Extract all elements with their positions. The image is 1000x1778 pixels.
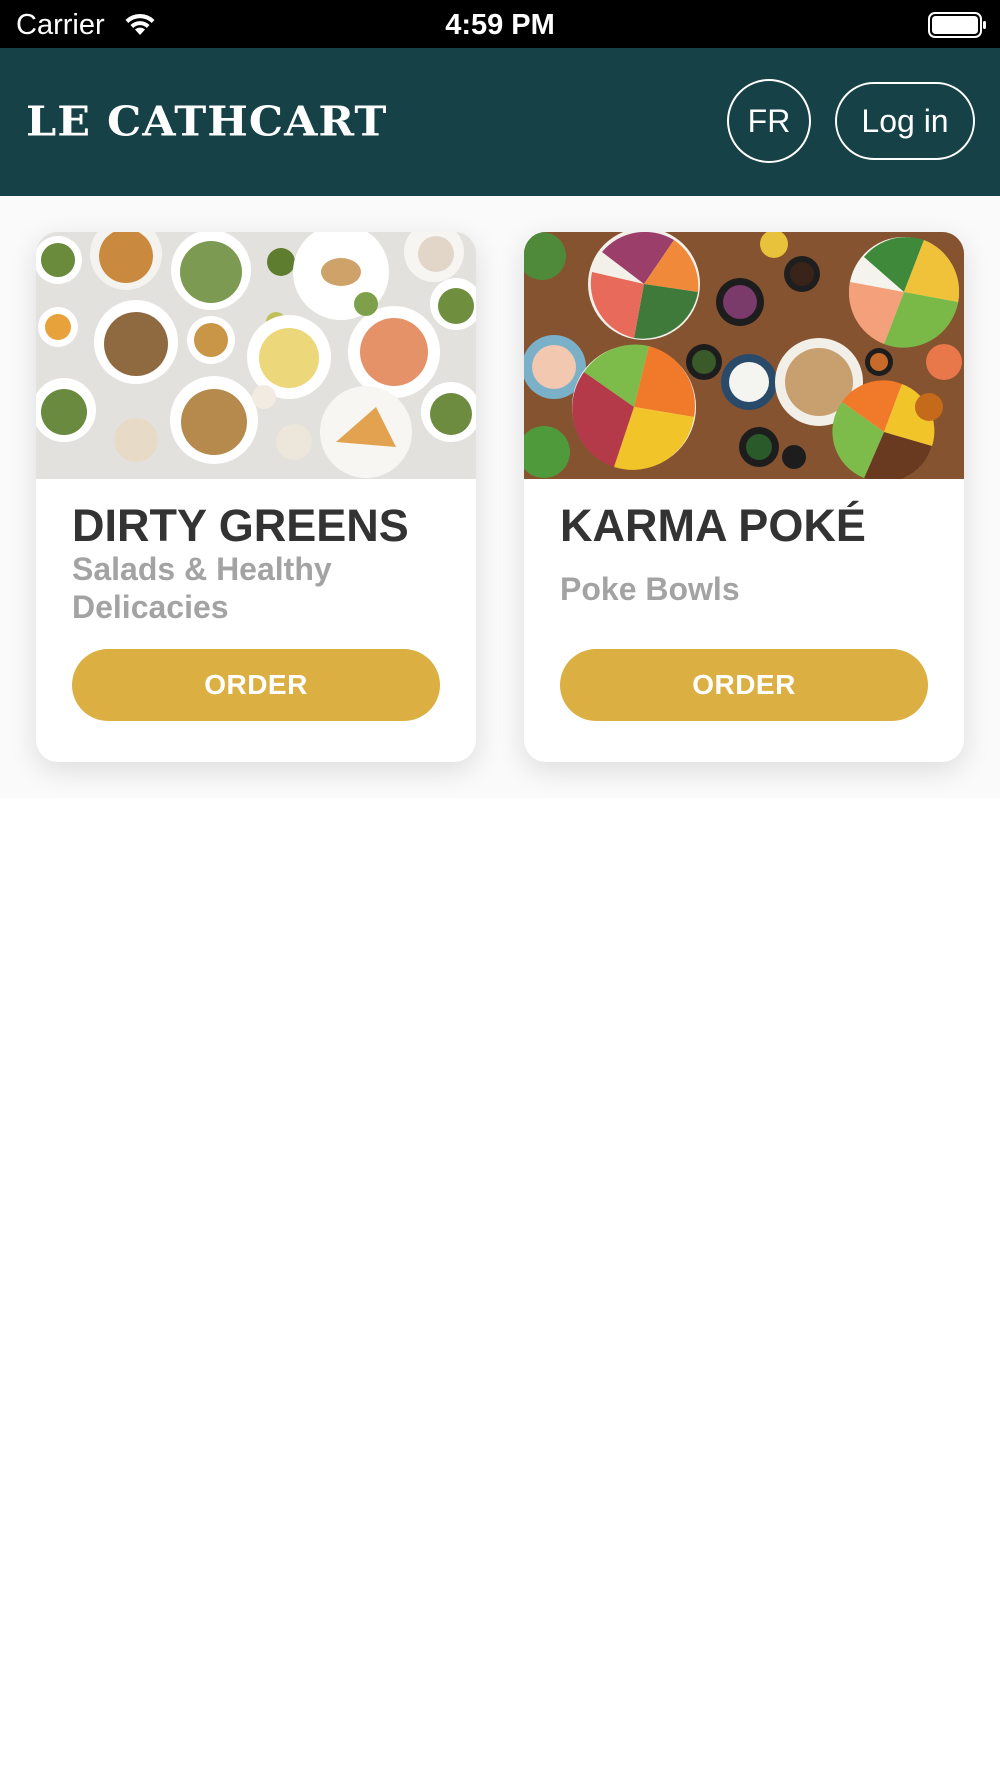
- poke-bowls-photo: [524, 232, 964, 479]
- app-header: LE CATHCART FR Log in: [0, 48, 1000, 196]
- login-button[interactable]: Log in: [835, 82, 975, 160]
- restaurant-subtitle: Poke Bowls: [560, 571, 740, 607]
- restaurant-subtitle: Salads & Healthy Delicacies: [72, 551, 332, 625]
- language-toggle-button[interactable]: FR: [727, 79, 811, 163]
- restaurant-card: DIRTY GREENS Salads & Healthy Delicacies…: [36, 232, 476, 762]
- status-bar: Carrier 4:59 PM: [0, 0, 1000, 48]
- restaurant-name: DIRTY GREENS: [72, 500, 409, 551]
- restaurant-name: KARMA POKÉ: [560, 500, 866, 551]
- restaurant-list: DIRTY GREENS Salads & Healthy Delicacies…: [0, 196, 1000, 798]
- logo: LE CATHCART: [26, 98, 388, 146]
- restaurant-card: KARMA POKÉ Poke Bowls ORDER: [524, 232, 964, 762]
- order-button[interactable]: ORDER: [560, 649, 928, 721]
- order-button[interactable]: ORDER: [72, 649, 440, 721]
- battery-icon: [928, 12, 986, 38]
- clock-time: 4:59 PM: [445, 9, 555, 41]
- salads-photo: [36, 232, 476, 479]
